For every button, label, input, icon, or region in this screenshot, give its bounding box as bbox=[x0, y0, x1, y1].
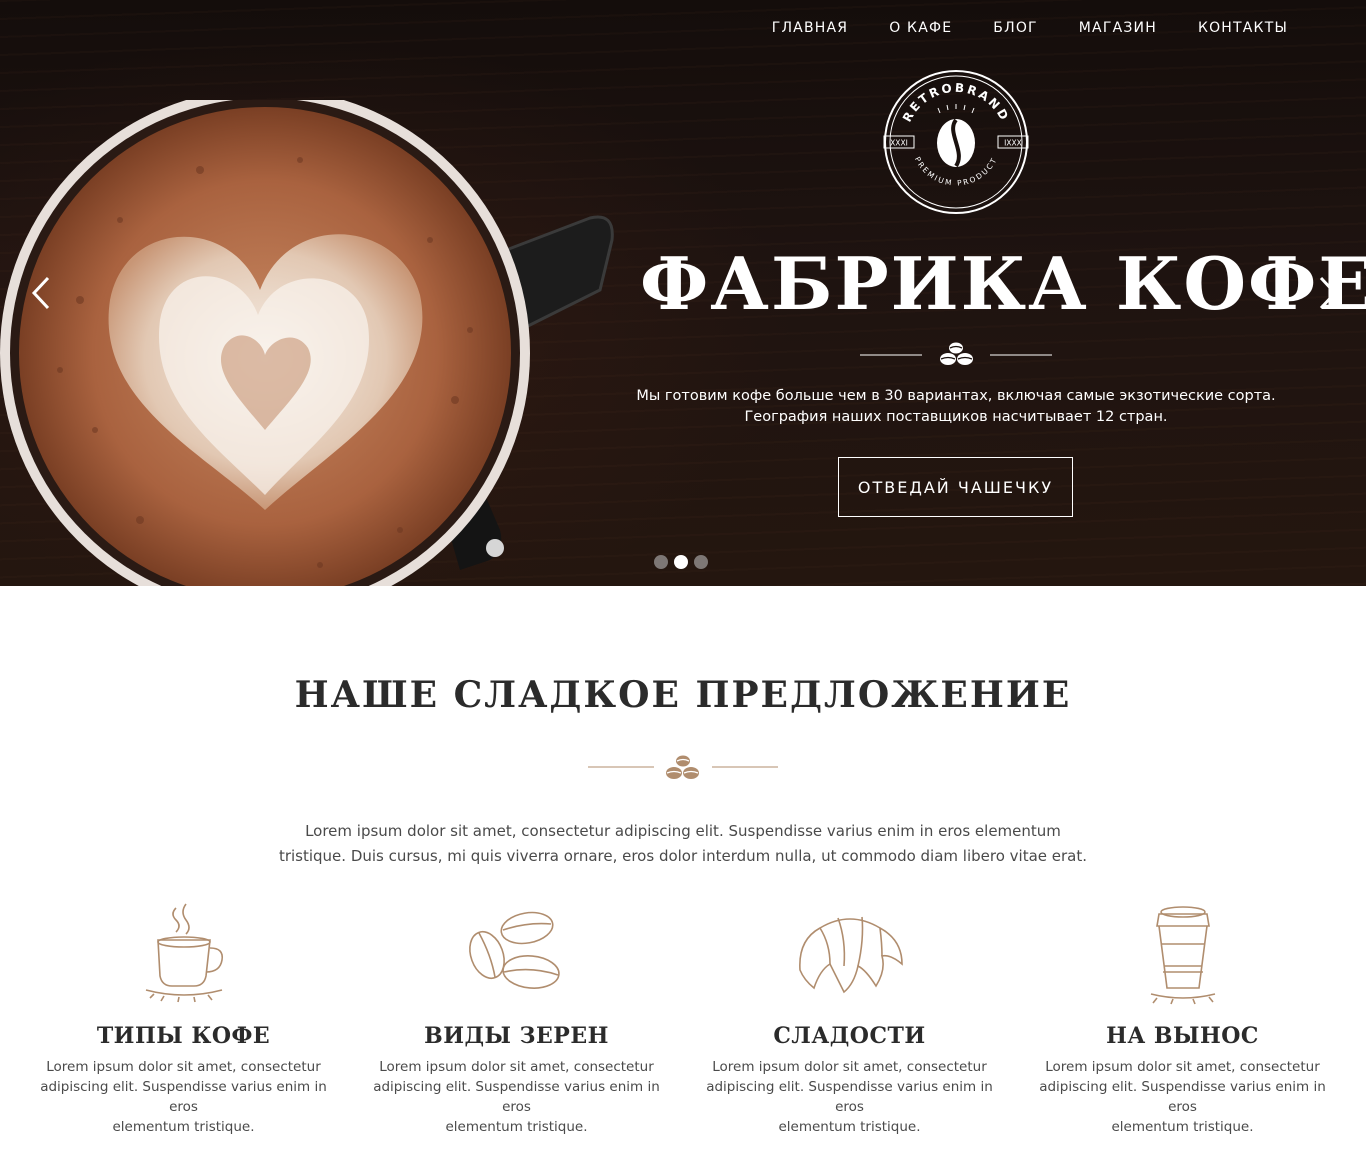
feature-title: СЛАДОСТИ bbox=[773, 1023, 926, 1049]
feature-text-line: elementum tristique. bbox=[1111, 1119, 1254, 1135]
retrobrand-logo[interactable]: RETROBRAND PREMIUM PRODUCT XXXI IXXX bbox=[882, 68, 1030, 216]
hero-slider: ГЛАВНАЯ О КАФЕ БЛОГ МАГАЗИН КОНТАКТЫ RET… bbox=[0, 0, 1366, 586]
feature-text-line: elementum tristique. bbox=[778, 1119, 921, 1135]
slider-next-arrow-icon[interactable] bbox=[1313, 275, 1343, 311]
feature-title: НА ВЫНОС bbox=[1106, 1023, 1259, 1049]
feature-text-line: adipiscing elit. Suspendisse varius enim… bbox=[1039, 1079, 1326, 1115]
logo-left-mark: XXXI bbox=[890, 139, 908, 148]
features-row: ТИПЫ КОФЕ Lorem ipsum dolor sit amet, co… bbox=[16, 900, 1350, 1140]
feature-text-line: elementum tristique. bbox=[112, 1119, 255, 1135]
feature-text: Lorem ipsum dolor sit amet, consectetur … bbox=[682, 1057, 1017, 1137]
feature-title: ВИДЫ ЗЕРЕН bbox=[424, 1023, 609, 1049]
feature-coffee-types: ТИПЫ КОФЕ Lorem ipsum dolor sit amet, co… bbox=[16, 900, 351, 1137]
coffee-cup-icon bbox=[145, 903, 223, 1003]
feature-text-line: adipiscing elit. Suspendisse varius enim… bbox=[40, 1079, 327, 1115]
offer-text-line-2: tristique. Duis cursus, mi quis viverra … bbox=[278, 847, 1088, 865]
feature-text-line: Lorem ipsum dolor sit amet, consectetur bbox=[379, 1059, 654, 1075]
try-cup-button[interactable]: ОТВЕДАЙ ЧАШЕЧКУ bbox=[838, 457, 1073, 517]
hero-title: ФАБРИКА КОФЕ bbox=[640, 241, 1366, 326]
offer-text-line-1: Lorem ipsum dolor sit amet, consectetur … bbox=[305, 822, 1061, 840]
feature-takeaway: НА ВЫНОС Lorem ipsum dolor sit amet, con… bbox=[1015, 900, 1350, 1137]
slider-dots bbox=[654, 555, 708, 569]
hero-description: Мы готовим кофе больше чем в 30 варианта… bbox=[616, 386, 1296, 428]
feature-text: Lorem ipsum dolor sit amet, consectetur … bbox=[16, 1057, 351, 1137]
feature-text-line: adipiscing elit. Suspendisse varius enim… bbox=[373, 1079, 660, 1115]
nav-item-shop[interactable]: МАГАЗИН bbox=[1079, 20, 1157, 36]
nav-item-contacts[interactable]: КОНТАКТЫ bbox=[1198, 20, 1288, 36]
nav-item-about[interactable]: О КАФЕ bbox=[889, 20, 952, 36]
nav-item-home[interactable]: ГЛАВНАЯ bbox=[772, 20, 848, 36]
slider-dot-1[interactable] bbox=[654, 555, 668, 569]
main-nav: ГЛАВНАЯ О КАФЕ БЛОГ МАГАЗИН КОНТАКТЫ bbox=[772, 20, 1288, 36]
svg-text:RETROBRAND: RETROBRAND bbox=[900, 81, 1012, 125]
latte-cup-image bbox=[0, 100, 614, 586]
croissant-icon bbox=[798, 916, 903, 994]
coffee-beans-icon bbox=[468, 911, 560, 989]
feature-text-line: Lorem ipsum dolor sit amet, consectetur bbox=[712, 1059, 987, 1075]
takeaway-cup-icon bbox=[1150, 906, 1215, 1005]
feature-text: Lorem ipsum dolor sit amet, consectetur … bbox=[1015, 1057, 1350, 1137]
feature-text-line: adipiscing elit. Suspendisse varius enim… bbox=[706, 1079, 993, 1115]
slider-dot-3[interactable] bbox=[694, 555, 708, 569]
offer-description: Lorem ipsum dolor sit amet, consectetur … bbox=[270, 819, 1096, 869]
feature-title: ТИПЫ КОФЕ bbox=[96, 1023, 271, 1049]
feature-sweets: СЛАДОСТИ Lorem ipsum dolor sit amet, con… bbox=[682, 900, 1017, 1137]
slider-dot-2[interactable] bbox=[674, 555, 688, 569]
nav-item-blog[interactable]: БЛОГ bbox=[993, 20, 1038, 36]
hero-bean-divider bbox=[860, 342, 1052, 365]
feature-text-line: Lorem ipsum dolor sit amet, consectetur bbox=[1045, 1059, 1320, 1075]
slider-prev-arrow-icon[interactable] bbox=[26, 275, 56, 311]
feature-text-line: Lorem ipsum dolor sit amet, consectetur bbox=[46, 1059, 321, 1075]
offer-bean-divider bbox=[588, 755, 778, 779]
hero-text-line-1: Мы готовим кофе больше чем в 30 варианта… bbox=[636, 388, 1276, 404]
feature-bean-types: ВИДЫ ЗЕРЕН Lorem ipsum dolor sit amet, c… bbox=[349, 900, 684, 1137]
offer-title: НАШЕ СЛАДКОЕ ПРЕДЛОЖЕНИЕ bbox=[294, 674, 1072, 716]
logo-brand-text: RETROBRAND bbox=[900, 81, 1010, 125]
logo-right-mark: IXXX bbox=[1004, 139, 1022, 148]
feature-text-line: elementum tristique. bbox=[445, 1119, 588, 1135]
feature-text: Lorem ipsum dolor sit amet, consectetur … bbox=[349, 1057, 684, 1137]
hero-text-line-2: География наших поставщиков насчитывает … bbox=[744, 409, 1168, 425]
